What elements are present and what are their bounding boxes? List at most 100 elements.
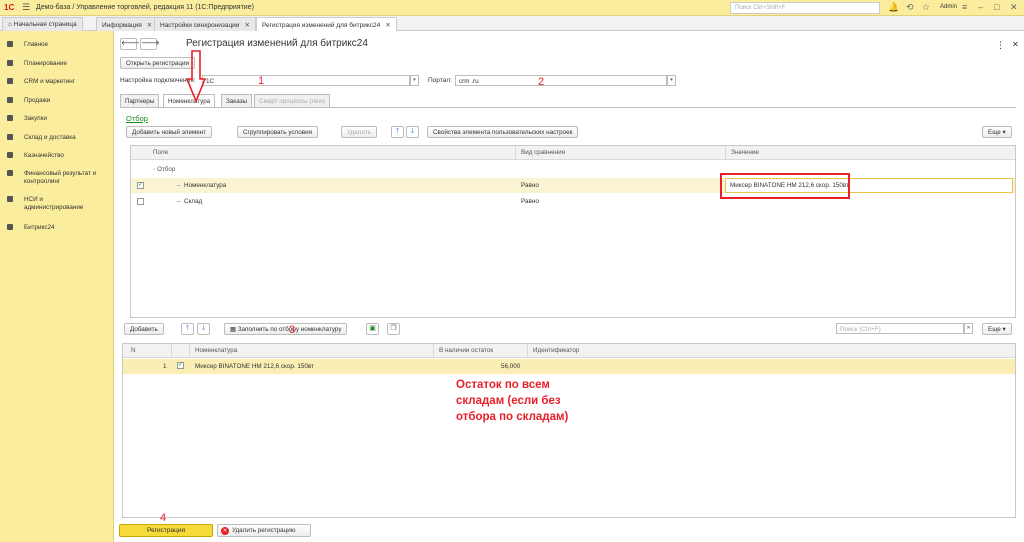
annotation-number-1: 1 (258, 75, 265, 87)
forward-button[interactable]: 🡒 (140, 38, 160, 50)
close-tab-icon[interactable]: ✕ (244, 22, 249, 29)
menu-section-icon (7, 60, 13, 66)
filter-grid-header: Поле Вид сравнения Значение (131, 146, 1015, 160)
history-icon[interactable]: ⟲ (906, 2, 914, 13)
filter-comparison[interactable]: Равно (521, 182, 539, 189)
menu-section-icon (7, 78, 13, 84)
subtab-smart-processes[interactable]: Смарт процессы (new) (254, 94, 331, 107)
annotation-note: Остаток по всем складам (если без отбора… (456, 379, 569, 423)
annotation-number-3: 3 (289, 324, 296, 336)
subtab-orders[interactable]: Заказы (221, 94, 253, 107)
menu-section-icon (7, 196, 13, 202)
copy-icon[interactable]: ❐ (387, 323, 400, 335)
annotation-number-4: 4 (160, 512, 167, 524)
goods-name[interactable]: Миксер BINATONE HM 212,6 скор. 150вт (195, 363, 314, 370)
annotation-number-2: 2 (538, 76, 545, 88)
element-properties-button[interactable]: Свойства элемента пользовательских настр… (427, 126, 579, 138)
close-tab-icon[interactable]: ✕ (147, 22, 152, 29)
goods-move-down-button[interactable]: 🡓 (197, 323, 210, 335)
row-checkbox[interactable] (137, 198, 144, 205)
back-button[interactable]: 🡐 (120, 38, 140, 50)
col-stock: В наличии остаток (439, 347, 494, 354)
table-row[interactable]: ✓ – Номенклатура Равно Миксер BINATONE H… (131, 178, 1015, 193)
home-icon: ⌂ (8, 21, 12, 28)
goods-stock: 56,000 (501, 363, 521, 370)
portal-input[interactable]: crm .ru (455, 75, 667, 86)
goods-more-button[interactable]: Еще ▾ (982, 323, 1012, 335)
table-row[interactable]: – Склад Равно (131, 194, 1015, 209)
close-icon[interactable]: ✕ (1010, 2, 1018, 13)
subtab-partners[interactable]: Партнеры (120, 94, 160, 107)
col-nomenclature: Номенклатура (195, 347, 238, 354)
col-value: Значение (731, 149, 759, 156)
portal-dropdown[interactable]: ▾ (667, 75, 676, 86)
menu-section-icon (7, 170, 13, 176)
bell-icon[interactable]: 🔔 (888, 2, 899, 13)
sidebar: Главное Планирование CRM и маркетинг Про… (0, 31, 114, 542)
excel-icon[interactable]: ▣ (366, 323, 379, 335)
fill-by-filter-button[interactable]: ▦ Заполнить по отбору номенклатуру (224, 323, 348, 335)
menu-section-icon (7, 152, 13, 158)
goods-search-input[interactable]: Поиск (Ctrl+F) (836, 323, 964, 334)
col-field: Поле (153, 149, 169, 156)
menu-icon[interactable]: ☰ (22, 2, 30, 13)
filter-link[interactable]: Отбор (126, 114, 148, 123)
close-form-icon[interactable]: ✕ (1012, 40, 1019, 49)
menu-section-icon (7, 134, 13, 140)
fill-icon: ▦ (230, 326, 236, 333)
goods-grid-header: N Номенклатура В наличии остаток Идентиф… (123, 344, 1015, 358)
connection-input[interactable]: 1С (202, 75, 410, 86)
table-row[interactable]: 1 ✓ Миксер BINATONE HM 212,6 скор. 150вт… (123, 359, 1015, 374)
col-comparison: Вид сравнения (521, 149, 566, 156)
add-goods-button[interactable]: Добавить (124, 323, 164, 335)
row-checkbox[interactable]: ✓ (137, 182, 144, 189)
page-title: Регистрация изменений для битрикс24 (186, 38, 368, 49)
more-vert-icon[interactable]: ⋮ (996, 40, 1005, 51)
goods-search-clear[interactable]: ✕ (964, 323, 973, 334)
delete-icon: ✕ (221, 527, 229, 535)
move-up-button[interactable]: 🡑 (391, 126, 404, 138)
row-checkbox[interactable]: ✓ (177, 362, 184, 369)
global-search-input[interactable]: Поиск Ctrl+Shift+F (730, 2, 880, 14)
annotation-arrow-icon (185, 50, 207, 104)
settings-icon[interactable]: ≡ (962, 2, 967, 12)
row-number: 1 (163, 363, 167, 370)
connection-dropdown[interactable]: ▾ (410, 75, 419, 86)
group-conditions-button[interactable]: Сгруппировать условия (237, 126, 319, 138)
move-down-button[interactable]: 🡓 (406, 126, 419, 138)
goods-grid: N Номенклатура В наличии остаток Идентиф… (122, 343, 1016, 518)
window-tabs: ⌂ Начальная страница Информация ✕ Настрой… (0, 16, 1024, 32)
menu-section-icon (7, 97, 13, 103)
filter-comparison[interactable]: Равно (521, 198, 539, 205)
annotation-highlight-box (720, 173, 850, 199)
tab-divider (120, 107, 1016, 108)
app-logo: 1С (4, 3, 15, 12)
minimize-icon[interactable]: – (978, 2, 983, 12)
filter-field[interactable]: – Склад (177, 198, 202, 205)
tab-home[interactable]: ⌂ Начальная страница (2, 17, 83, 31)
filter-root[interactable]: ▫ Отбор (153, 166, 175, 173)
filter-grid: Поле Вид сравнения Значение ▫ Отбор ✓ – … (130, 145, 1016, 318)
goods-move-up-button[interactable]: 🡑 (181, 323, 194, 335)
app-titlebar: 1С ☰ Демо-база / Управление торговлей, р… (0, 0, 1024, 16)
menu-section-icon (7, 224, 13, 230)
filter-field[interactable]: – Номенклатура (177, 182, 226, 189)
register-button[interactable]: Регистрация (119, 524, 213, 537)
col-n: N (131, 347, 136, 354)
main-content: 🡐 🡒 Регистрация изменений для битрикс24 … (114, 31, 1024, 542)
add-element-button[interactable]: Добавить новый элемент (126, 126, 213, 138)
delete-button[interactable]: Удалить (341, 126, 378, 138)
star-icon[interactable]: ☆ (922, 2, 930, 13)
user-name[interactable]: Admin (940, 4, 957, 10)
menu-section-icon (7, 41, 13, 47)
tab-info[interactable]: Информация ✕ (96, 17, 159, 31)
col-identifier: Идентификатор (533, 347, 580, 354)
menu-section-icon (7, 115, 13, 121)
delete-registration-button[interactable]: ✕ Удалить регистрацию (217, 524, 311, 537)
filter-more-button[interactable]: Еще ▾ (982, 126, 1012, 138)
tab-sync-settings[interactable]: Настройки синхронизации ✕ (154, 17, 256, 31)
app-title: Демо-база / Управление торговлей, редакц… (36, 4, 254, 11)
maximize-icon[interactable]: □ (994, 2, 999, 12)
tab-registration[interactable]: Регистрация изменений для битрикс24 ✕ (256, 17, 397, 32)
close-tab-icon[interactable]: ✕ (385, 22, 390, 29)
